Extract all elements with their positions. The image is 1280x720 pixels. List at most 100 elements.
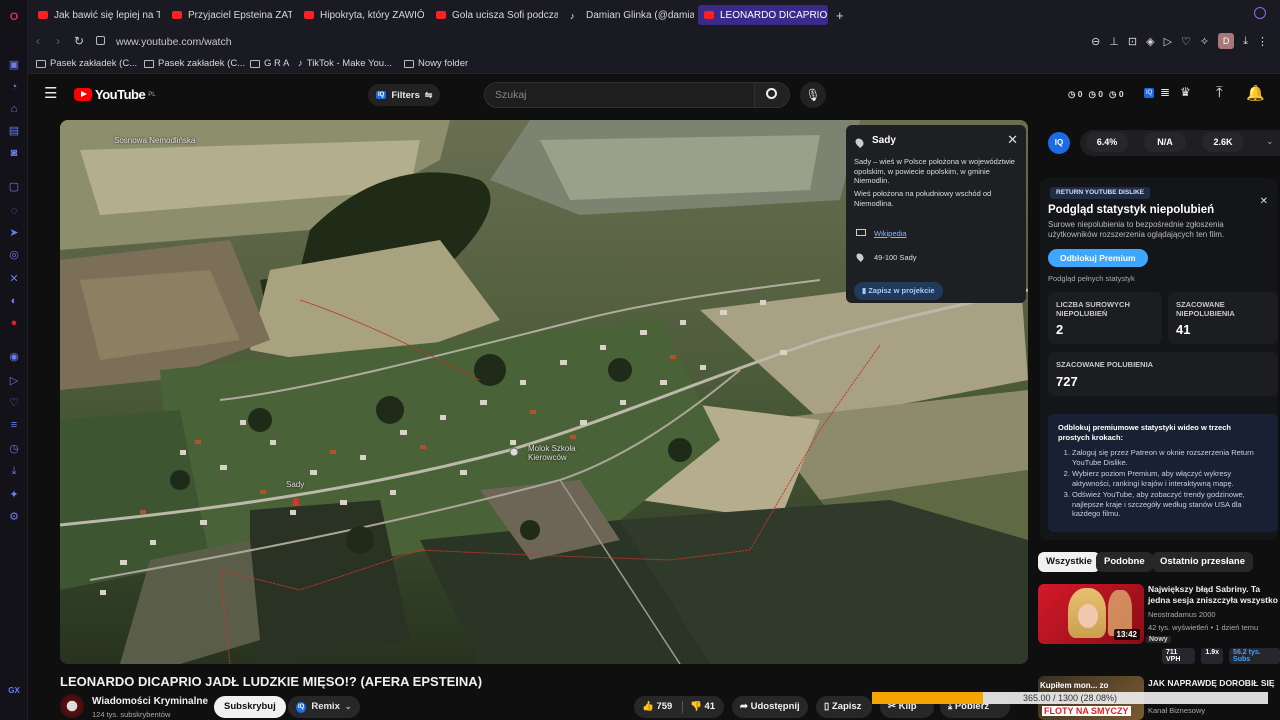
pin-icon[interactable]: ⊥ [1109,35,1119,48]
filters-button[interactable]: IQ Filters ⇋ [368,84,441,106]
video-player[interactable]: Sosnowa Nemodlińska Sady Molok Szkoła Ki… [60,120,1028,664]
speed-dial-icon[interactable]: ◔ [7,80,21,94]
bookmark-3[interactable]: ♪ TikTok - Make You... [298,58,392,69]
unlock-premium-button[interactable]: Odblokuj Premium [1048,249,1148,267]
sliders-icon: ⇋ [424,89,433,100]
remix-button[interactable]: IQ Remix ⌄ [288,696,360,718]
full-stats-link[interactable]: Podgląd pełnych statystyk [1048,274,1135,283]
heart-icon[interactable]: ♡ [1181,35,1191,48]
premium-steps-box: Odblokuj premiumowe statystyki wideo w t… [1048,414,1278,532]
profile-avatar[interactable]: D [1218,33,1235,49]
youtube-icon [172,11,182,19]
voice-search-icon[interactable]: 🎙 [800,82,826,108]
bookmark-4[interactable]: Nowy folder [404,58,468,69]
save-button[interactable]: ▯ Zapisz [816,696,872,718]
iq-extension-icon[interactable]: IQ [1144,88,1155,98]
bookmark-2[interactable]: G R A [250,58,289,69]
location-pin-icon [853,136,866,149]
telegram-icon[interactable]: ➤ [7,226,21,240]
extensions-icon[interactable]: ✦ [7,488,21,502]
twitch-icon[interactable]: ▢ [7,180,21,194]
search-button[interactable] [754,82,790,108]
chat-icon[interactable]: ▤ [7,124,21,138]
messenger-icon[interactable]: ◌ [7,204,21,218]
header-counters: ◷ 0 ◷ 0 ◷ 0 [1068,89,1124,100]
url-field[interactable]: www.youtube.com/watch [116,36,232,48]
save-to-project-button[interactable]: ▮ Zapisz w projekcie [854,282,943,300]
send-icon[interactable]: ▷ [7,374,21,388]
back-icon[interactable]: ‹ [36,34,40,48]
tab-label: Jak bawić się lepiej na TR [54,9,160,21]
address-pin-icon [855,252,865,262]
instagram-icon[interactable]: ◎ [7,248,21,262]
channel-avatar[interactable] [60,694,84,718]
wallet-icon[interactable]: ◙ [7,146,21,160]
upload-icon[interactable]: ⤒ [1216,84,1223,101]
trophy-icon[interactable]: ♛ [1180,85,1191,99]
forward-icon[interactable]: › [56,34,60,48]
browser-sidebar: O ▣ ◔ ⌂ ▤ ◙ ▢ ◌ ➤ ◎ ✕ ◐ ● ◉ ▷ ♡ ≡ ◷ ⤓ ✦ … [0,0,28,720]
recommendation-title[interactable]: Największy błąd Sabriny. Ta jedna sesja … [1148,584,1280,606]
reload-icon[interactable]: ↻ [74,34,84,48]
notifications-bell-icon[interactable]: 🔔 [1246,84,1265,102]
play-icon[interactable]: ▷ [1164,35,1172,48]
wikipedia-link[interactable]: Wikipedia [874,229,907,238]
bag-icon[interactable]: ⌂ [7,102,21,116]
close-icon[interactable]: ✕ [1260,196,1268,207]
bookmark-1[interactable]: Pasek zakładek (C... [144,58,245,69]
chip-recently-uploaded[interactable]: Ostatnio przesłane [1152,552,1253,572]
history-icon[interactable]: ◷ [7,442,21,456]
share-button[interactable]: ➦ Udostępnij [732,696,808,718]
recommendation-item[interactable]: 13:42 Największy błąd Sabriny. Ta jedna … [1036,584,1280,668]
tab-2[interactable]: Hipokryta, który ZAWIÓDŁ [298,5,424,25]
recommendation-channel[interactable]: Neostradamus 2000 [1148,610,1216,619]
bookmark-0[interactable]: Pasek zakładek (C... [36,58,137,69]
like-button[interactable]: 👍 759 [642,696,672,718]
downloads-icon[interactable]: ⤓ [7,464,21,478]
chevron-down-icon[interactable]: ⌄ [1266,136,1274,147]
search-input[interactable]: Szukaj [484,82,778,108]
chip-related[interactable]: Podobne [1096,552,1153,572]
spotify-icon[interactable]: ◉ [7,350,21,364]
close-icon[interactable]: ✕ [1007,132,1018,148]
iq-stat-engagement: 6.4% [1086,132,1128,152]
news-icon[interactable]: ▣ [7,58,21,72]
tab-1[interactable]: Przyjaciel Epsteina ZATRZ [166,5,292,25]
heart-icon[interactable]: ♡ [7,396,21,410]
subscribe-button[interactable]: Subskrybuj [214,696,286,718]
opera-logo-icon[interactable]: O [7,10,21,24]
iq-badge[interactable]: IQ [1048,132,1070,154]
shield-icon[interactable]: ◈ [1146,35,1154,48]
recommendation-channel[interactable]: Kanał Biznesowy [1148,706,1205,715]
chart-icon[interactable]: ≣ [1160,85,1170,99]
menu-icon[interactable]: ⋮ [1257,35,1268,48]
chip-all[interactable]: Wszystkie [1038,552,1100,572]
thumbnail-text-2: FLOTY NA SMYCZY [1042,706,1131,716]
extension-red-icon[interactable]: ● [7,316,21,330]
recommendation-title[interactable]: JAK NAPRAWDĘ DOROBIŁ SIĘ [1148,678,1280,688]
ryd-heading: Podgląd statystyk niepolubień [1048,204,1215,216]
vph-stat: 711 VPH [1162,648,1196,664]
new-tab-button[interactable]: + [830,5,848,25]
premium-step-2: Wybierz poziom Premium, aby włączyć wykr… [1072,469,1268,488]
search-tabs-icon[interactable] [1254,7,1266,19]
notes-icon[interactable]: ≡ [7,418,21,432]
zoom-icon[interactable]: ⊖ [1091,35,1100,48]
download-icon[interactable]: ⤓ [1243,35,1248,48]
discord-icon[interactable]: ◐ [7,294,21,308]
extensions-icon[interactable]: ✧ [1200,35,1209,48]
ryd-subtext: Surowe niepolubienia to bezpośrednie zgł… [1048,220,1225,239]
youtube-icon [304,11,314,19]
tab-0[interactable]: Jak bawić się lepiej na TR [32,5,160,25]
video-thumbnail[interactable]: 13:42 [1038,584,1144,644]
settings-icon[interactable]: ⚙ [7,510,21,524]
tab-4[interactable]: ♪ Damian Glinka (@damian_ [564,5,694,25]
hamburger-menu-icon[interactable]: ☰ [44,84,57,102]
x-twitter-icon[interactable]: ✕ [7,272,21,286]
youtube-logo[interactable]: YouTube PL [74,87,156,102]
tab-3[interactable]: Gola ucisza Sofi podczas [430,5,558,25]
tab-5-active[interactable]: LEONARDO DICAPRIO JAD [698,5,828,25]
channel-name[interactable]: Wiadomości Kryminalne [92,696,208,707]
snapshot-icon[interactable]: ⊡ [1128,35,1137,48]
dislike-button[interactable]: 👎 41 [690,696,715,718]
